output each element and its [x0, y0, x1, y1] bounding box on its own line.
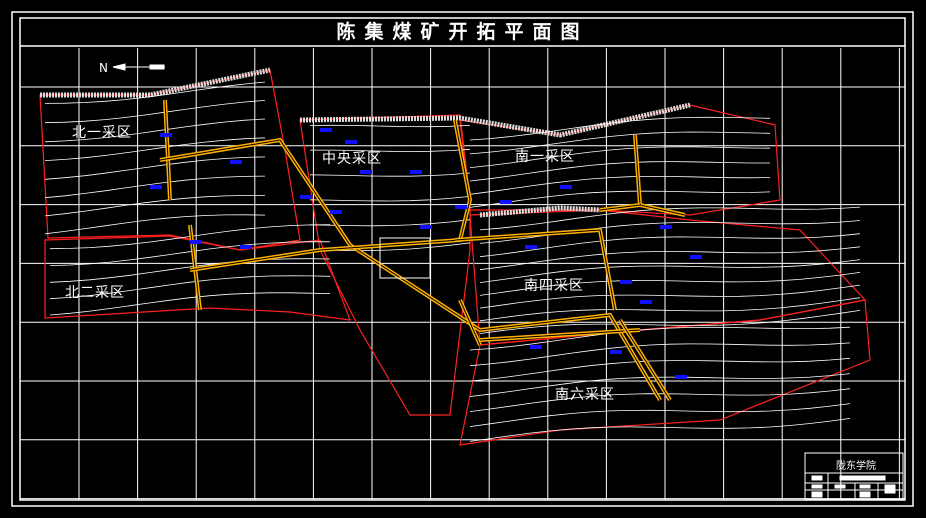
hatch-strip-nan4 — [479, 205, 601, 218]
blue-marker — [660, 225, 672, 229]
contour-line — [49, 258, 331, 283]
blue-marker — [500, 200, 512, 204]
blue-marker — [160, 133, 172, 137]
roadway-core — [619, 319, 671, 401]
north-arrow-icon — [112, 63, 165, 71]
inner-frame — [19, 17, 906, 501]
district-label-bei2: 北二采区 — [65, 285, 125, 301]
blue-marker — [420, 225, 432, 229]
contour-line — [44, 100, 266, 124]
blue-marker — [190, 240, 202, 244]
blue-marker — [530, 345, 542, 349]
contour-line — [44, 195, 265, 217]
contour-line — [309, 124, 471, 128]
contour-line — [309, 172, 471, 177]
blue-marker — [230, 160, 242, 164]
roadway — [159, 137, 662, 402]
contour-line — [469, 388, 851, 412]
blue-markers — [150, 128, 702, 379]
blue-marker — [410, 170, 422, 174]
blue-marker — [610, 350, 622, 354]
blue-marker — [320, 128, 332, 132]
contour-line — [469, 342, 851, 367]
contour-line — [479, 297, 861, 322]
blue-marker — [560, 185, 572, 189]
district-label-nan1: 南一采区 — [515, 149, 575, 165]
hatch-strip-nan1 — [299, 102, 691, 138]
blue-marker — [345, 140, 357, 144]
blue-marker — [330, 210, 342, 214]
title-block-institution: 陇东学院 — [836, 461, 876, 472]
blue-marker — [455, 205, 467, 209]
blue-marker — [690, 255, 702, 259]
contour-line — [469, 418, 851, 442]
blue-marker — [525, 245, 537, 249]
district-label-bei1: 北一采区 — [72, 125, 132, 141]
mine-plan-drawing — [11, 11, 914, 507]
contour-line — [309, 196, 471, 202]
district-label-zhongyang: 中央采区 — [322, 151, 382, 167]
blue-marker — [620, 280, 632, 284]
blue-marker — [675, 375, 687, 379]
blue-marker — [360, 170, 372, 174]
blue-marker — [240, 245, 252, 249]
drawing-title: 陈集煤矿开拓平面图 — [336, 21, 589, 43]
district-label-nan6: 南六采区 — [555, 387, 615, 403]
hatch-strip-bei1 — [40, 67, 271, 98]
roadway-core — [479, 329, 641, 341]
district-label-nan4: 南四采区 — [524, 278, 584, 294]
blue-marker — [300, 195, 312, 199]
north-label: N — [99, 61, 108, 75]
blue-marker — [150, 185, 162, 189]
roadway-core — [159, 139, 661, 401]
blue-marker — [640, 300, 652, 304]
